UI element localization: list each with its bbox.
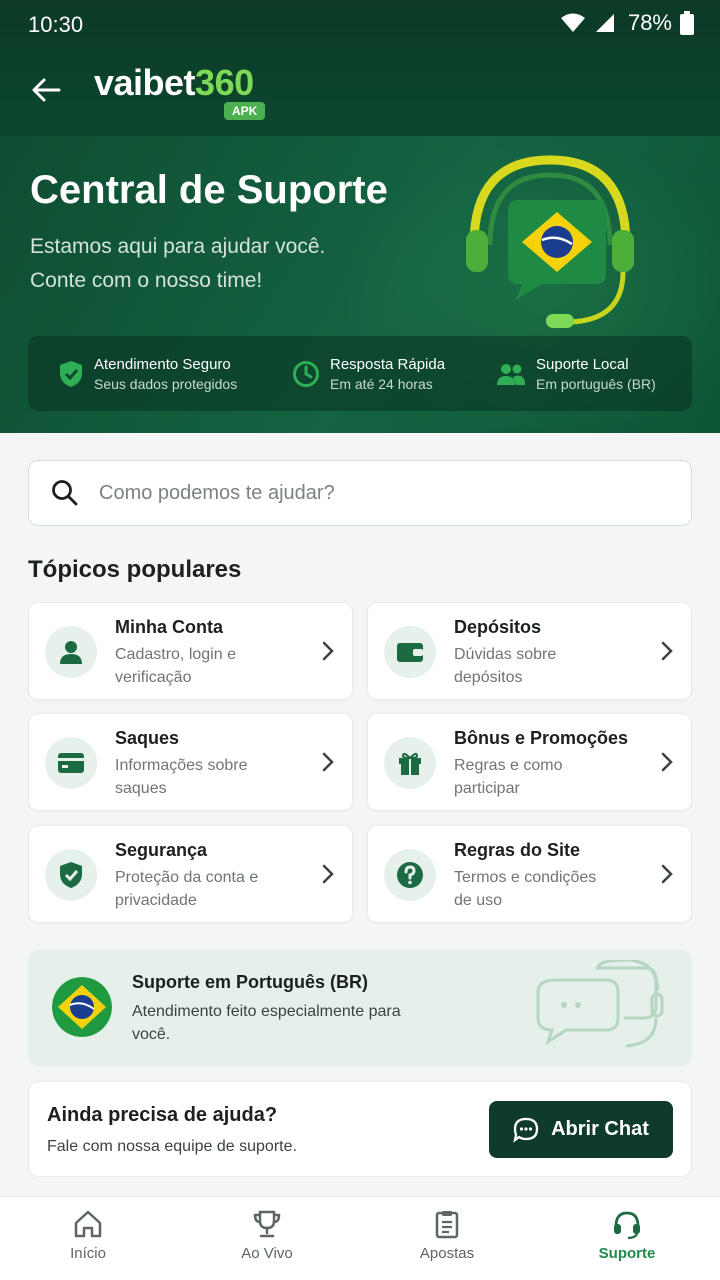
card-title: Regras do Site [454,840,581,860]
help-desc: Fale com nossa equipe de suporte. [47,1138,297,1155]
card-desc: Proteção da conta e privacidade [115,869,259,909]
chevron-right-icon [322,752,334,772]
topics-heading: Tópicos populares [28,556,242,583]
headset-icon [614,1211,640,1239]
back-button[interactable] [26,70,66,110]
feature-fast: Resposta Rápida Em até 24 horas [292,356,445,392]
feature-sub: Seus dados protegidos [94,375,238,392]
arrow-left-icon [32,78,61,102]
headset-flag-illustration [466,155,634,328]
open-chat-label: Abrir Chat [551,1118,649,1140]
hero-subtitle-line2: Conte com o nosso time! [30,269,263,292]
battery-icon [680,11,694,35]
feature-local: Suporte Local Em português (BR) [496,356,656,392]
feature-title: Atendimento Seguro [94,355,231,373]
search-placeholder: Como podemos te ajudar? [99,481,335,504]
card-icon-wrap [45,737,97,789]
shield-check-icon [60,360,82,387]
status-bar: 10:30 78% [0,0,720,48]
signal-icon [595,14,614,32]
card-title: Segurança [115,840,208,860]
tab-label: Apostas [419,1245,475,1262]
search-input[interactable]: Como podemos te ajudar? [28,460,692,526]
card-desc: Informações sobre saques [115,757,248,797]
home-icon [74,1210,102,1238]
feature-title: Suporte Local [536,355,629,373]
help-card: Ainda precisa de ajuda? Fale com nossa e… [28,1081,692,1177]
card-title: Depósitos [454,617,542,637]
feature-strip: Atendimento Seguro Seus dados protegidos… [28,336,692,411]
user-icon [60,641,82,664]
tab-bets[interactable]: Apostas [387,1209,507,1262]
logo-name: vaibet [94,62,196,103]
gift-icon [399,752,421,775]
topic-card-withdrawals[interactable]: Saques Informações sobre saques [28,713,353,811]
chat-icon [513,1117,539,1143]
clock-icon [293,360,319,387]
card-icon-wrap [45,849,97,901]
card-desc: Termos e condições de uso [454,869,597,909]
topic-card-deposits[interactable]: Depósitos Dúvidas sobre depósitos [367,602,692,700]
page-title: Central de Suporte [30,168,388,212]
brazil-flag-icon [52,977,112,1037]
hero-subtitle-line1: Estamos aqui para ajudar você. [30,235,326,258]
tab-home[interactable]: Início [28,1209,148,1262]
banner-title: Suporte em Português (BR) [132,972,369,992]
bottom-nav: Início Ao Vivo Apostas Suporte [0,1196,720,1280]
shield-icon [60,862,82,888]
topic-card-security[interactable]: Segurança Proteção da conta e privacidad… [28,825,353,923]
question-icon [397,862,423,888]
wifi-icon [560,13,585,32]
logo-apk-badge: APK [224,102,266,120]
card-icon-wrap [384,849,436,901]
feature-sub: Em até 24 horas [330,375,433,392]
card-title: Bônus e Promoções [454,728,629,748]
tab-live[interactable]: Ao Vivo [207,1209,327,1262]
chat-bubbles-illustration [536,960,664,1048]
card-icon-wrap [45,626,97,678]
battery-percent: 78% [627,10,672,35]
chevron-right-icon [322,864,334,884]
card-desc: Cadastro, login e verificação [115,646,236,686]
header-section: 10:30 78% vaibet360 APK Central de Supor… [0,0,720,433]
chevron-right-icon [661,641,673,661]
chevron-right-icon [322,641,334,661]
brand-logo: vaibet360 APK [94,62,266,122]
help-title: Ainda precisa de ajuda? [47,1104,278,1126]
chevron-right-icon [661,752,673,772]
open-chat-button[interactable]: Abrir Chat [489,1101,673,1158]
tab-label: Suporte [598,1245,656,1262]
card-desc: Dúvidas sobre depósitos [454,646,557,686]
search-icon [52,480,78,506]
wallet-icon [397,643,423,662]
topic-card-rules[interactable]: Regras do Site Termos e condições de uso [367,825,692,923]
topic-card-bonus[interactable]: Bônus e Promoções Regras e como particip… [367,713,692,811]
feature-secure: Atendimento Seguro Seus dados protegidos [58,356,237,392]
hero-subtitle: Estamos aqui para ajudar você. Conte com… [30,230,410,298]
feature-title: Resposta Rápida [330,355,446,373]
trophy-icon [253,1210,281,1238]
chevron-right-icon [661,864,673,884]
card-icon-wrap [384,626,436,678]
portuguese-support-banner: Suporte em Português (BR) Atendimento fe… [28,950,692,1066]
tab-label: Ao Vivo [241,1245,293,1262]
feature-sub: Em português (BR) [536,375,656,392]
card-icon [58,753,84,773]
card-title: Minha Conta [115,617,223,637]
status-icons: 78% [560,10,694,36]
people-icon [497,363,525,385]
topic-card-account[interactable]: Minha Conta Cadastro, login e verificaçã… [28,602,353,700]
tab-label: Início [70,1245,106,1262]
status-time: 10:30 [28,12,84,37]
banner-desc: Atendimento feito especialmente para voc… [132,1003,401,1043]
clipboard-icon [435,1211,459,1239]
card-title: Saques [115,728,180,748]
card-icon-wrap [384,737,436,789]
tab-support[interactable]: Suporte [567,1209,687,1262]
logo-number: 360 [195,62,254,103]
card-desc: Regras e como participar [454,757,563,797]
